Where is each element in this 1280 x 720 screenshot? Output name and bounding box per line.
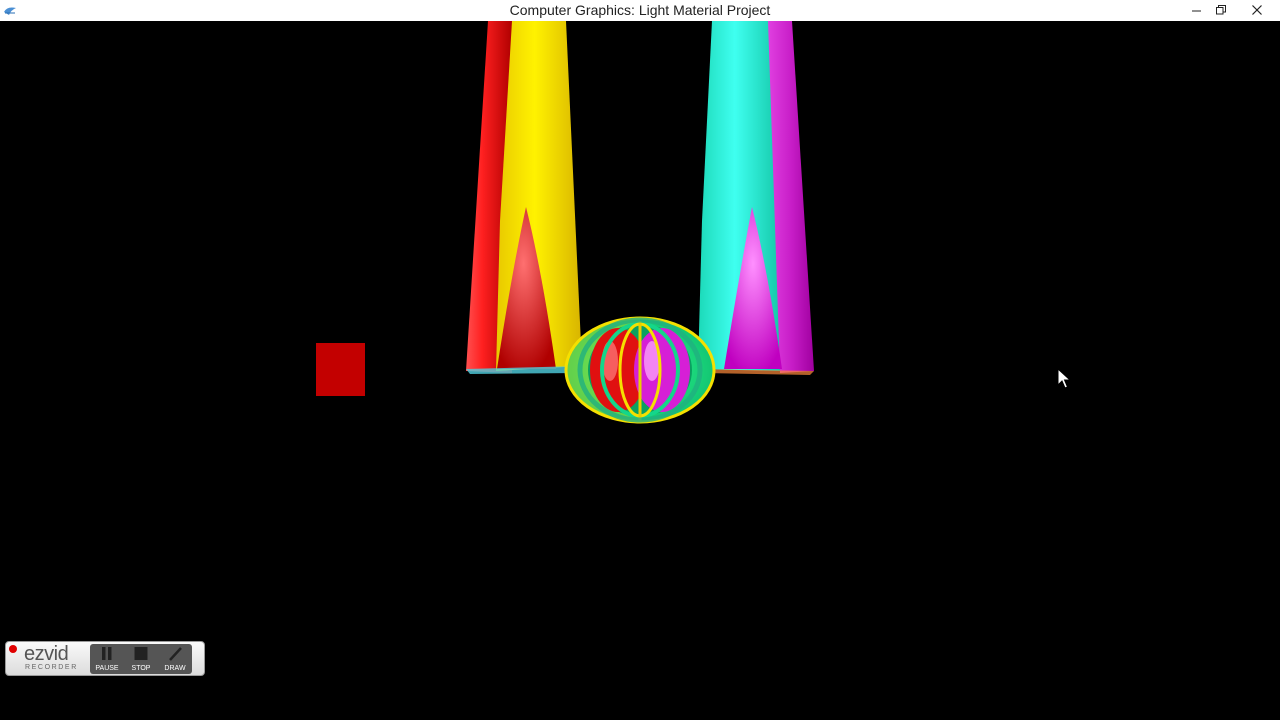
minimize-icon: [1192, 10, 1201, 12]
pause-label: PAUSE: [95, 665, 119, 672]
recording-indicator-icon: [9, 645, 17, 653]
draw-label: DRAW: [164, 665, 186, 672]
pause-button[interactable]: PAUSE: [90, 644, 124, 674]
app-window: Computer Graphics: Light Material Projec…: [0, 0, 1280, 720]
close-icon: [1252, 5, 1262, 15]
opengl-viewport[interactable]: ezvid RECORDER PAUSE STOP DRAW: [0, 21, 1280, 720]
scene-canvas: [466, 21, 814, 424]
cone-left: [466, 21, 582, 374]
stop-button[interactable]: STOP: [124, 644, 158, 674]
recorder-controls: PAUSE STOP DRAW: [90, 644, 192, 674]
restore-icon: [1216, 5, 1226, 15]
torus-center: [564, 316, 716, 424]
window-title: Computer Graphics: Light Material Projec…: [509, 2, 771, 18]
stop-label: STOP: [131, 665, 151, 672]
stop-icon: [134, 647, 148, 660]
cone-right: [698, 21, 814, 375]
draw-button[interactable]: DRAW: [158, 644, 192, 674]
ezvid-recorder-widget[interactable]: ezvid RECORDER PAUSE STOP DRAW: [5, 641, 205, 676]
recorder-logo: ezvid: [24, 643, 69, 665]
restore-button[interactable]: [1209, 0, 1233, 20]
title-bar[interactable]: Computer Graphics: Light Material Projec…: [0, 0, 1280, 22]
mouse-cursor-icon: [1057, 368, 1071, 389]
close-button[interactable]: [1234, 0, 1280, 20]
recorder-logo-sub: RECORDER: [25, 664, 78, 671]
pencil-icon: [169, 647, 182, 661]
pause-icon: [102, 647, 112, 660]
red-square: [316, 343, 365, 396]
minimize-button[interactable]: [1185, 0, 1209, 20]
